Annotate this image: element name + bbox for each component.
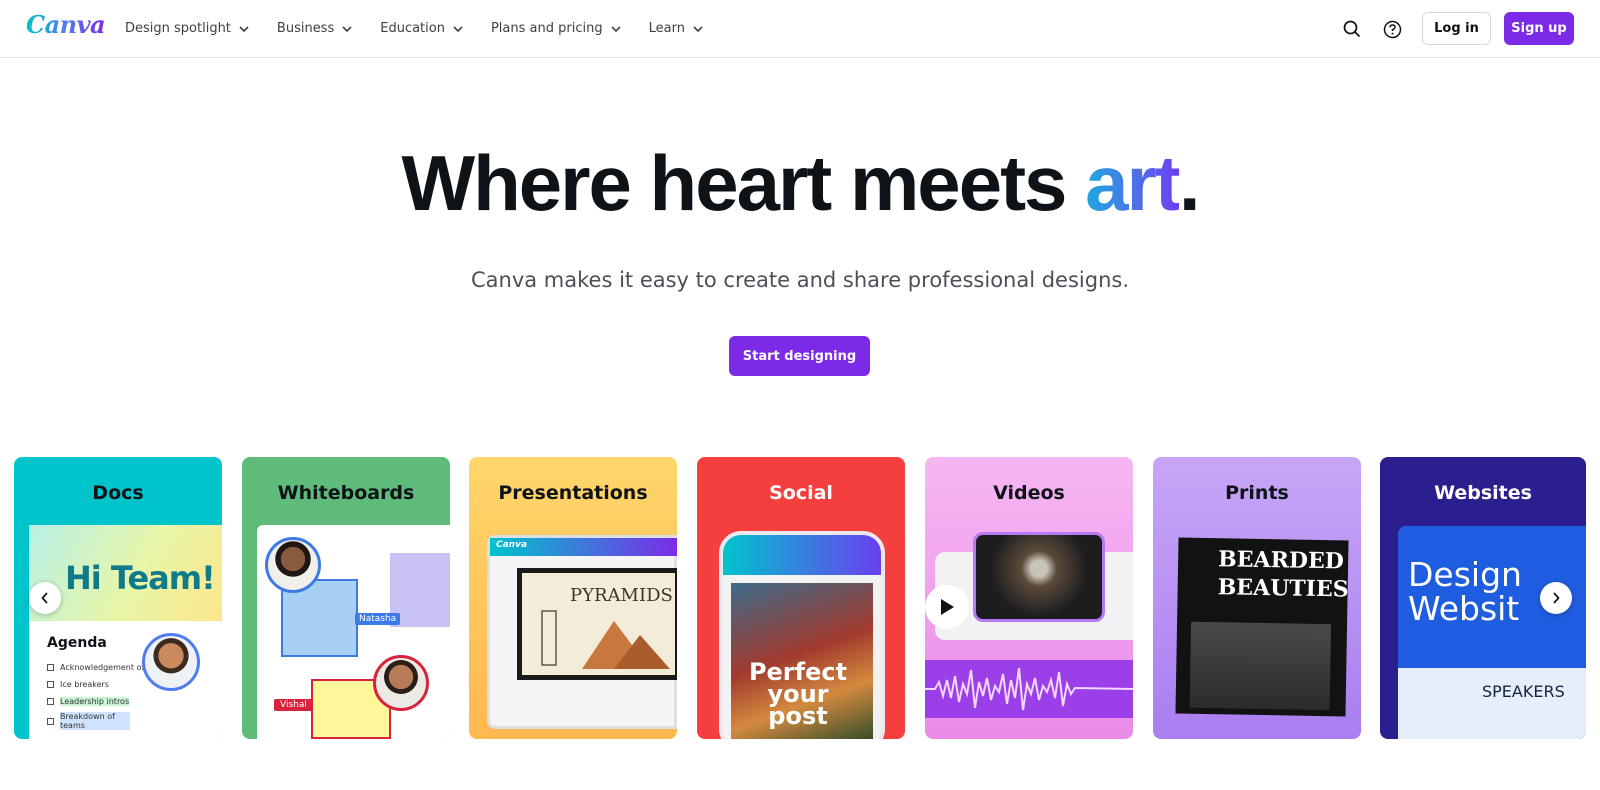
phone-top-bar [723,535,881,575]
video-thumbnail [973,532,1105,622]
speakers-label: SPEAKERS [1482,682,1565,701]
agenda-item: Ice breakers [47,676,157,693]
nav-label: Design spotlight [125,21,231,36]
chevron-right-icon [1553,592,1560,604]
nav-learn[interactable]: Learn [649,21,703,36]
nav-plans-and-pricing[interactable]: Plans and pricing [491,21,621,36]
website-preview: Design Websit SPEAKERS [1398,526,1586,739]
checkbox-icon [47,717,54,725]
nav-label: Learn [648,21,685,36]
card-title: Prints [1225,482,1289,504]
chevron-left-icon [41,592,48,604]
pyramids-illustration [541,610,670,669]
chevron-down-icon [239,25,249,32]
canva-logo[interactable]: Canva [26,10,106,39]
print-text-1: BEARDED [1217,546,1345,575]
start-designing-button[interactable]: Start designing [729,336,870,376]
card-title: Websites [1434,482,1532,504]
chevron-down-icon [693,25,703,32]
agenda-item: Acknowledgement of co [47,659,157,676]
agenda-list: Acknowledgement of co Ice breakers Leade… [47,659,157,732]
nav-business[interactable]: Business [277,21,352,36]
mini-logo: Canva [496,540,528,550]
name-tag: Natasha [355,613,401,625]
hero-title-main: Where heart meets [401,139,1086,227]
hero-title: Where heart meets art. [0,138,1600,229]
hero-subtitle: Canva makes it easy to create and share … [470,268,1130,292]
login-button[interactable]: Log in [1422,12,1491,45]
checkbox-icon [47,664,54,671]
speakers-section: SPEAKERS [1398,668,1586,739]
docs-preview: Hi Team! Agenda Acknowledgement of co Ic… [29,525,222,739]
chevron-down-icon [453,25,463,32]
presentation-preview: Canva PYRAMIDS [487,535,677,729]
nav-education[interactable]: Education [380,21,463,36]
card-title: Presentations [498,482,648,504]
nav-label: Plans and pricing [490,21,603,36]
agenda-item-text: Ice breakers [60,680,109,689]
docs-heading: Hi Team! [65,559,216,597]
agenda-item-text: Leadership intros [60,697,130,706]
agenda-title: Agenda [47,635,107,651]
slide-frame: PYRAMIDS [517,568,677,680]
card-whiteboards[interactable]: Whiteboards Natasha Vishal [242,457,450,739]
card-title: Videos [993,482,1065,504]
checkbox-icon [47,698,54,705]
print-photo [1189,621,1332,711]
card-presentations[interactable]: Presentations Canva PYRAMIDS [469,457,677,739]
card-social[interactable]: Social Perfect your post [697,457,905,739]
name-tag: Vishal [274,699,313,711]
hero-title-period: . [1178,139,1201,227]
phone-mockup: Perfect your post [719,531,885,739]
card-videos[interactable]: Videos [925,457,1133,739]
search-icon[interactable] [1341,18,1363,40]
chevron-down-icon [611,25,621,32]
avatar [142,633,200,691]
card-title: Whiteboards [277,482,415,504]
signup-button[interactable]: Sign up [1504,12,1574,45]
chevron-down-icon [342,25,352,32]
print-poster: BEARDED BEAUTIES [1175,537,1349,717]
slide-canvas: PYRAMIDS [522,573,675,675]
top-navbar: Canva Design spotlight Business Educatio… [0,0,1600,58]
carousel-next-button[interactable] [1540,582,1572,614]
print-text-2: BEAUTIES [1217,574,1349,603]
help-icon[interactable] [1381,18,1403,40]
agenda-item-text: Breakdown of teams [60,712,130,730]
card-title: Docs [92,482,144,504]
hero-title-accent: art [1085,139,1181,227]
main-nav: Design spotlight Business Education Plan… [125,0,731,57]
carousel-prev-button[interactable] [29,582,61,614]
audio-waveform [925,660,1133,718]
post-text: Perfect your post [748,658,848,730]
avatar [265,537,321,593]
nav-design-spotlight[interactable]: Design spotlight [125,21,249,36]
play-icon[interactable] [925,585,969,629]
nav-label: Business [276,21,335,36]
card-title: Social [769,482,833,504]
card-prints[interactable]: Prints BEARDED BEAUTIES [1153,457,1361,739]
nav-label: Education [380,21,445,36]
agenda-item: Leadership intros [47,693,157,710]
avatar [373,655,429,711]
whiteboard-preview: Natasha Vishal [257,525,450,739]
agenda-item: Breakdown of teams [47,710,157,732]
checkbox-icon [47,681,54,688]
